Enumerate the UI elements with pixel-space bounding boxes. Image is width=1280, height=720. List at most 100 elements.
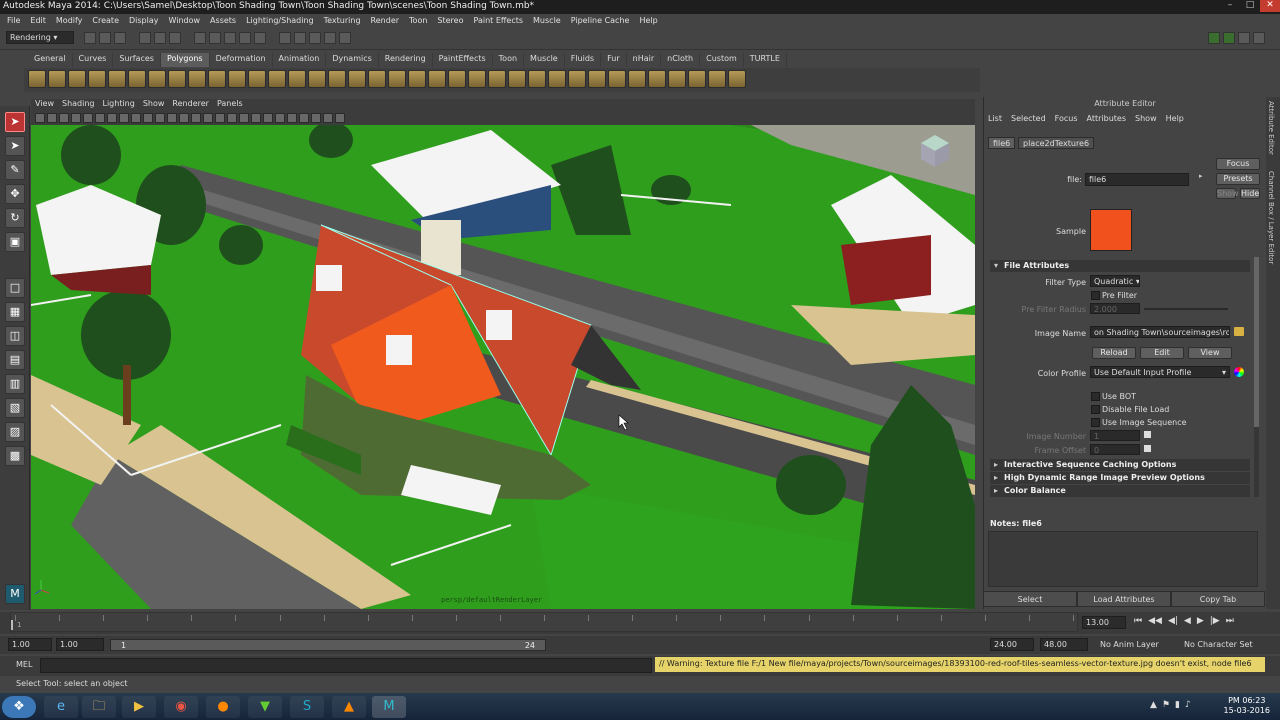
camera-attributes-icon[interactable]: [47, 113, 57, 123]
hypershade-icon[interactable]: [339, 32, 351, 44]
persp-graph-layout-icon[interactable]: ▥: [5, 374, 25, 394]
menu-pipeline-cache[interactable]: Pipeline Cache: [566, 14, 635, 28]
shelf-tab-polygons[interactable]: Polygons: [160, 53, 210, 67]
menu-stereo[interactable]: Stereo: [432, 14, 468, 28]
menu-render[interactable]: Render: [366, 14, 404, 28]
outliner-layout-icon[interactable]: ▨: [5, 422, 25, 442]
menu-create[interactable]: Create: [87, 14, 124, 28]
toggle-attribute-editor-icon[interactable]: [1223, 32, 1235, 44]
shelf-tab-ncloth[interactable]: nCloth: [661, 53, 701, 67]
shelf-tab-painteffects[interactable]: PaintEffects: [433, 53, 493, 67]
keyframe-icon[interactable]: [1144, 431, 1151, 438]
maximize-icon[interactable]: □: [1240, 0, 1260, 12]
uv-texture-editor-icon[interactable]: [688, 70, 706, 88]
edit-button[interactable]: Edit: [1140, 347, 1184, 359]
shelf-tab-animation[interactable]: Animation: [273, 53, 327, 67]
channel-box-side-tab[interactable]: Channel Box / Layer Editor: [1267, 171, 1275, 264]
volume-icon[interactable]: ♪: [1185, 700, 1191, 710]
fill-hole-icon[interactable]: [408, 70, 426, 88]
gate-mask-icon[interactable]: [131, 113, 141, 123]
select-hierarchy-icon[interactable]: [139, 32, 151, 44]
view-button[interactable]: View: [1188, 347, 1232, 359]
planar-mapping-icon[interactable]: [608, 70, 626, 88]
menu-file[interactable]: File: [2, 14, 25, 28]
single-view-layout-icon[interactable]: □: [5, 278, 25, 298]
notes-textarea[interactable]: [988, 531, 1258, 587]
open-scene-icon[interactable]: [99, 32, 111, 44]
uv-snapshot-icon[interactable]: [728, 70, 746, 88]
snap-plane-icon[interactable]: [239, 32, 251, 44]
wireframe-icon[interactable]: [179, 113, 189, 123]
select-button[interactable]: Select: [983, 591, 1077, 607]
step-forward-frame-icon[interactable]: |▶: [1210, 616, 1220, 626]
shadows-icon[interactable]: [239, 113, 249, 123]
offset-edge-loop-icon[interactable]: [488, 70, 506, 88]
separate-icon[interactable]: [288, 70, 306, 88]
pre-filter-checkbox[interactable]: [1091, 291, 1100, 300]
panel-menu-renderer[interactable]: Renderer: [168, 99, 213, 111]
scrollbar-thumb[interactable]: [1254, 257, 1259, 427]
attribute-editor-side-tab[interactable]: Attribute Editor: [1267, 101, 1275, 155]
poly-prism-icon[interactable]: [148, 70, 166, 88]
toggle-layer-editor-icon[interactable]: [1253, 32, 1265, 44]
anim-layer-dropdown[interactable]: No Anim Layer: [1100, 640, 1159, 649]
menu-texturing[interactable]: Texturing: [319, 14, 366, 28]
action-center-icon[interactable]: ⚑: [1162, 700, 1170, 710]
new-scene-icon[interactable]: [84, 32, 96, 44]
checker-icon[interactable]: [708, 70, 726, 88]
poly-pyramid-icon[interactable]: [168, 70, 186, 88]
toggle-channel-box-icon[interactable]: [1208, 32, 1220, 44]
snap-curve-icon[interactable]: [209, 32, 221, 44]
lasso-tool-icon[interactable]: ➤: [5, 136, 25, 156]
menu-assets[interactable]: Assets: [205, 14, 241, 28]
use-bot-checkbox[interactable]: [1091, 392, 1100, 401]
poly-pipe-icon[interactable]: [188, 70, 206, 88]
media-player-icon[interactable]: ▶: [122, 696, 156, 718]
character-set-dropdown[interactable]: No Character Set: [1184, 640, 1253, 649]
render-frame-icon[interactable]: [294, 32, 306, 44]
keyframe-icon[interactable]: [1144, 445, 1151, 452]
shelf-tab-custom[interactable]: Custom: [700, 53, 744, 67]
torrent-icon[interactable]: ▼: [248, 696, 282, 718]
append-polygon-icon[interactable]: [428, 70, 446, 88]
textured-icon[interactable]: [215, 113, 225, 123]
poly-soccer-ball-icon[interactable]: [228, 70, 246, 88]
color-wheel-icon[interactable]: [1234, 367, 1244, 377]
vlc-icon[interactable]: ▲: [332, 696, 366, 718]
use-image-sequence-checkbox[interactable]: [1091, 418, 1100, 427]
scale-tool-icon[interactable]: ▣: [5, 232, 25, 252]
spherical-mapping-icon[interactable]: [648, 70, 666, 88]
poly-cube-icon[interactable]: [48, 70, 66, 88]
playback-start-field[interactable]: 1.00: [56, 638, 104, 651]
motion-blur-icon[interactable]: [263, 113, 273, 123]
move-tool-icon[interactable]: ✥: [5, 184, 25, 204]
cylindrical-mapping-icon[interactable]: [628, 70, 646, 88]
hypershade-layout-icon[interactable]: ▧: [5, 398, 25, 418]
shelf-tab-fluids[interactable]: Fluids: [565, 53, 602, 67]
select-component-icon[interactable]: [169, 32, 181, 44]
image-name-field[interactable]: on Shading Town\sourceimages\roof1.jpg: [1090, 326, 1230, 338]
play-backward-icon[interactable]: ◀: [1184, 616, 1191, 626]
bridge-icon[interactable]: [528, 70, 546, 88]
playback-end-field[interactable]: 24.00: [990, 638, 1034, 651]
graph-editor-layout-icon[interactable]: ▩: [5, 446, 25, 466]
maya-taskbar-icon[interactable]: M: [372, 696, 406, 718]
snap-point-icon[interactable]: [224, 32, 236, 44]
frame-offset-field[interactable]: 0: [1090, 444, 1140, 455]
bookmarks-icon[interactable]: [59, 113, 69, 123]
extrude-icon[interactable]: [508, 70, 526, 88]
rotate-tool-icon[interactable]: ↻: [5, 208, 25, 228]
reload-button[interactable]: Reload: [1092, 347, 1136, 359]
taskbar-clock[interactable]: PM 06:23 15-03-2016: [1224, 696, 1271, 716]
ae-menu-help[interactable]: Help: [1166, 114, 1184, 123]
tab-place2dtexture6[interactable]: place2dTexture6: [1018, 137, 1095, 149]
current-frame-field[interactable]: 13.00: [1082, 616, 1126, 629]
load-attributes-button[interactable]: Load Attributes: [1077, 591, 1171, 607]
pre-filter-radius-slider[interactable]: [1144, 308, 1228, 310]
menu-display[interactable]: Display: [124, 14, 164, 28]
poly-torus-icon[interactable]: [128, 70, 146, 88]
menu-help[interactable]: Help: [634, 14, 662, 28]
poly-cylinder-icon[interactable]: [68, 70, 86, 88]
mel-input[interactable]: [40, 658, 652, 673]
merge-icon[interactable]: [568, 70, 586, 88]
